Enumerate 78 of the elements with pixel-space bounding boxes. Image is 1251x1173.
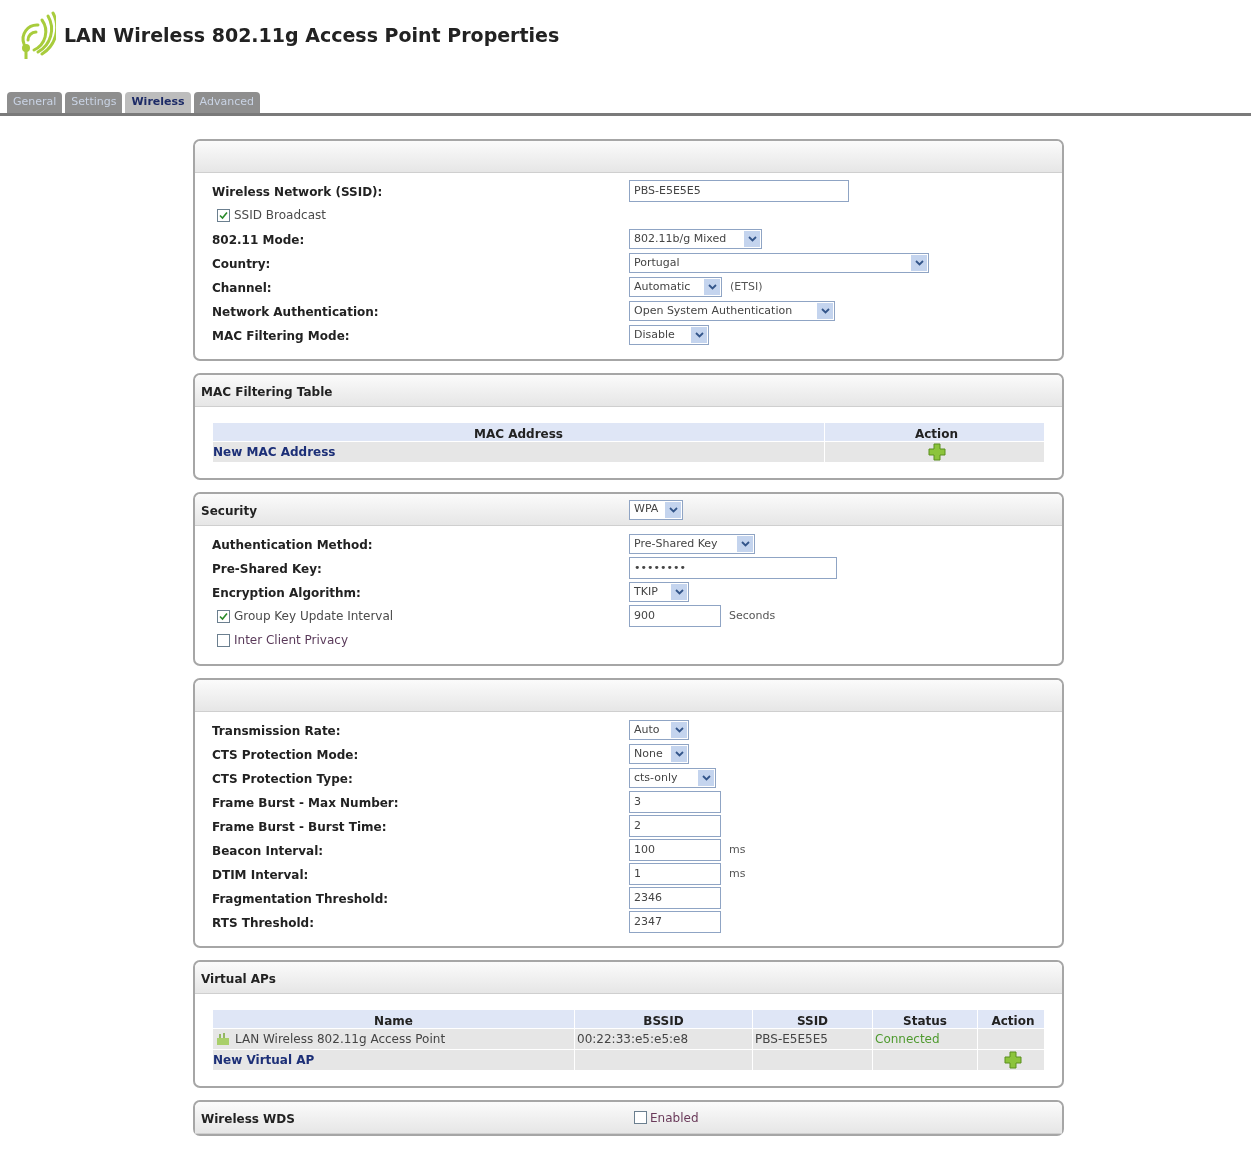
input-field[interactable]: PBS-E5E5E5 (629, 180, 849, 202)
field-label: Transmission Rate: (212, 724, 341, 738)
add-link[interactable]: New MAC Address (213, 443, 336, 461)
unit-label: (ETSI) (730, 278, 763, 295)
checkbox-label: SSID Broadcast (234, 207, 326, 224)
checkbox[interactable] (217, 208, 230, 222)
column-header: MAC Address (473, 426, 564, 441)
field-label: RTS Threshold: (212, 916, 314, 930)
dropdown[interactable]: Portugal (629, 253, 929, 273)
caret-icon (704, 279, 720, 295)
input-field[interactable]: 900 (629, 605, 721, 627)
field-label: Channel: (212, 281, 272, 295)
dropdown[interactable]: Open System Authentication (629, 301, 835, 321)
field-label: CTS Protection Mode: (212, 748, 359, 762)
field-label: Network Authentication: (212, 305, 379, 319)
field-label: MAC Filtering Mode: (212, 329, 350, 343)
caret-icon (691, 327, 707, 343)
panel-title: Wireless WDS (201, 1111, 295, 1126)
page-title: LAN Wireless 802.11g Access Point Properties (64, 22, 560, 48)
panel-title: MAC Filtering Table (201, 384, 333, 399)
caret-icon (911, 255, 927, 271)
input-field[interactable]: 2346 (629, 887, 721, 909)
access-point-icon (216, 1032, 232, 1046)
table-cell-text: LAN Wireless 802.11g Access Point (235, 1031, 446, 1048)
input-field[interactable]: 2 (629, 815, 721, 837)
field-label: Authentication Method: (212, 538, 373, 552)
table-cell-text: PBS-E5E5E5 (755, 1031, 828, 1048)
field-label: Pre-Shared Key: (212, 562, 322, 576)
panel-title: Virtual APs (201, 971, 276, 986)
add-link[interactable]: New Virtual AP (213, 1051, 315, 1069)
dropdown[interactable]: Pre-Shared Key (629, 534, 755, 554)
field-label: Encryption Algorithm: (212, 586, 361, 600)
field-label: Wireless Network (SSID): (212, 185, 383, 199)
dropdown[interactable]: 802.11b/g Mixed (629, 229, 762, 249)
add-icon[interactable] (1004, 1051, 1022, 1069)
dropdown[interactable]: None (629, 744, 689, 764)
checkbox-label: Inter Client Privacy (234, 632, 348, 649)
field-label: Country: (212, 257, 271, 271)
checkbox[interactable] (217, 609, 230, 623)
field-label: Beacon Interval: (212, 844, 324, 858)
dropdown[interactable]: Automatic (629, 277, 722, 297)
checkbox[interactable] (634, 1111, 647, 1124)
dropdown[interactable]: Disable (629, 325, 709, 345)
input-field[interactable]: 100 (629, 839, 721, 861)
dropdown[interactable]: TKIP (629, 582, 689, 602)
unit-label: ms (729, 841, 746, 858)
input-field[interactable]: •••••••• (629, 557, 837, 579)
caret-icon (737, 536, 753, 552)
field-label: CTS Protection Type: (212, 772, 353, 786)
column-header: Name (373, 1013, 414, 1028)
table-cell-text: 00:22:33:e5:e5:e8 (577, 1031, 689, 1048)
input-field[interactable]: 1 (629, 863, 721, 885)
checkbox[interactable] (217, 633, 230, 647)
checkbox-label: Group Key Update Interval (234, 608, 394, 625)
panel-title: Security (201, 503, 258, 518)
tab[interactable]: Wireless (125, 92, 191, 113)
caret-icon (817, 303, 833, 319)
field-label: Frame Burst - Burst Time: (212, 820, 387, 834)
caret-icon (744, 231, 760, 247)
field-label: Frame Burst - Max Number: (212, 796, 399, 810)
field-label: 802.11 Mode: (212, 233, 305, 247)
dropdown[interactable]: WPA (629, 499, 683, 520)
field-label: DTIM Interval: (212, 868, 309, 882)
caret-icon (671, 722, 687, 738)
field-label: Fragmentation Threshold: (212, 892, 389, 906)
unit-label: ms (729, 865, 746, 882)
dropdown[interactable]: Auto (629, 720, 689, 740)
input-field[interactable]: 3 (629, 791, 721, 813)
caret-icon (698, 770, 714, 786)
caret-icon (671, 746, 687, 762)
add-icon[interactable] (927, 443, 946, 461)
dropdown[interactable]: cts-only (629, 768, 716, 788)
checkbox-label: Enabled (650, 1109, 699, 1127)
caret-icon (671, 584, 687, 600)
unit-label: Seconds (729, 607, 776, 624)
caret-icon (665, 501, 681, 518)
input-field[interactable]: 2347 (629, 911, 721, 933)
table-cell-text: Connected (875, 1031, 940, 1048)
